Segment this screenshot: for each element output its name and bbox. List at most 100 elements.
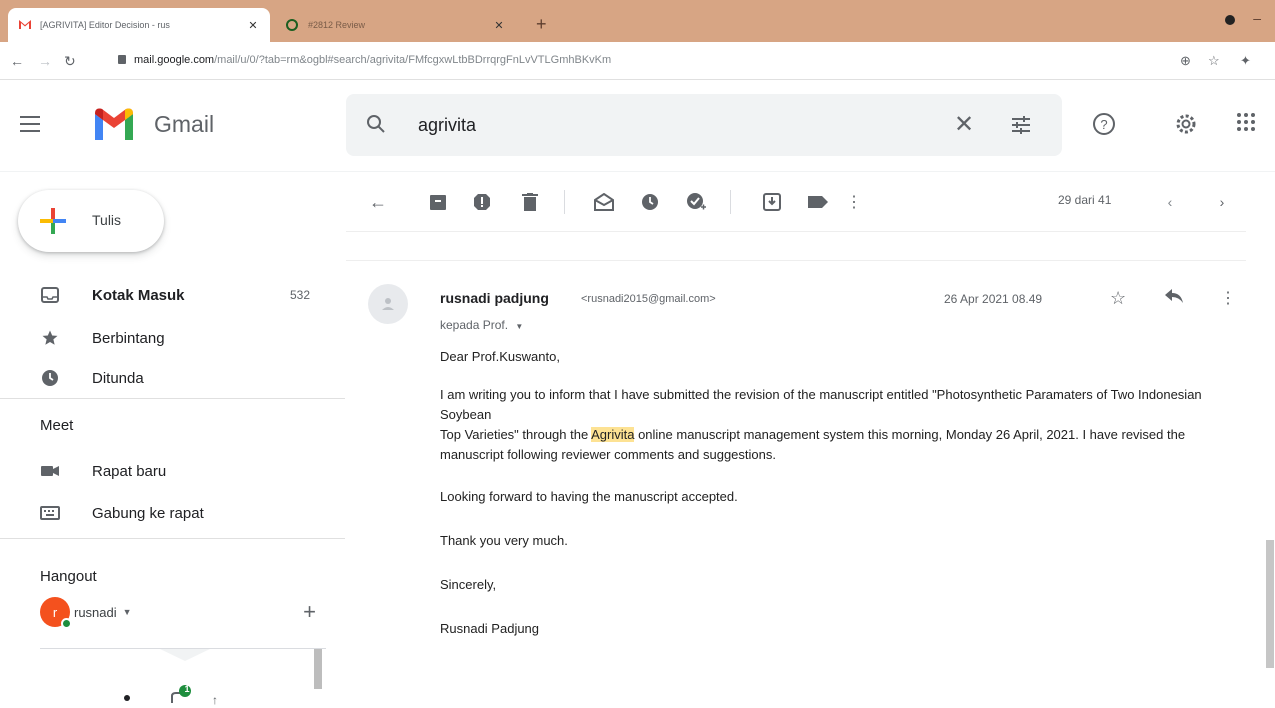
sender-email: <rusnadi2015@gmail.com> bbox=[581, 293, 716, 305]
reload-icon[interactable]: ↻ bbox=[64, 53, 76, 70]
recipient-line[interactable]: kepada Prof. ▼ bbox=[440, 318, 523, 332]
sidebar-item-new-meeting[interactable]: Rapat baru bbox=[40, 459, 330, 483]
new-tab-icon[interactable]: + bbox=[536, 14, 547, 35]
body-paragraph-3: Thank you very much. bbox=[440, 533, 568, 548]
lock-icon bbox=[118, 55, 126, 64]
paragraph-text: Top Varieties" through the bbox=[440, 427, 592, 442]
page-scrollbar[interactable] bbox=[1266, 540, 1274, 668]
chevron-down-icon[interactable]: ▼ bbox=[123, 607, 132, 617]
star-icon bbox=[40, 329, 60, 347]
sidebar: Tulis Kotak Masuk 532 Berbintang Ditunda… bbox=[0, 172, 345, 708]
toolbar-separator bbox=[730, 190, 731, 214]
close-icon[interactable]: ✕ bbox=[246, 19, 260, 32]
search-highlight: Agrivita bbox=[591, 427, 635, 442]
snooze-clock-icon[interactable] bbox=[638, 190, 662, 214]
hangout-username: rusnadi bbox=[74, 604, 117, 620]
message-more-icon[interactable]: ⋮ bbox=[1220, 288, 1236, 308]
hangout-panel: 1 ↑ bbox=[40, 648, 326, 708]
avatar[interactable]: r bbox=[40, 597, 72, 629]
delete-trash-icon[interactable] bbox=[518, 190, 542, 214]
message-view: rusnadi padjung <rusnadi2015@gmail.com> … bbox=[346, 232, 1246, 708]
sidebar-item-label: Ditunda bbox=[92, 369, 144, 387]
search-query: agrivita bbox=[418, 115, 477, 135]
help-icon[interactable]: ? bbox=[1092, 112, 1116, 141]
paragraph-text: I am writing you to inform that I have s… bbox=[440, 387, 1202, 422]
back-to-list-arrow-icon[interactable]: ← bbox=[366, 190, 390, 214]
chevron-down-icon[interactable]: ▼ bbox=[515, 322, 523, 331]
message-date: 26 Apr 2021 08.49 bbox=[944, 292, 1043, 306]
recipient-label: kepada Prof. bbox=[440, 318, 509, 332]
star-outline-icon[interactable]: ☆ bbox=[1110, 288, 1126, 309]
back-arrow-icon[interactable]: ← bbox=[10, 53, 24, 69]
tooltip-caret bbox=[160, 649, 210, 661]
compose-button[interactable]: Tulis bbox=[18, 190, 164, 252]
inbox-icon bbox=[40, 287, 60, 303]
search-options-icon[interactable] bbox=[1010, 114, 1032, 141]
signature: Rusnadi Padjung bbox=[440, 621, 540, 636]
search-input[interactable]: agrivita ✕ bbox=[346, 94, 1062, 156]
add-task-icon[interactable] bbox=[684, 190, 708, 214]
sidebar-item-starred[interactable]: Berbintang bbox=[40, 326, 330, 350]
add-hangout-icon[interactable]: + bbox=[303, 599, 316, 625]
hangout-user-row[interactable]: r rusnadi ▼ + bbox=[40, 597, 316, 629]
clock-icon bbox=[40, 369, 60, 387]
sidebar-item-snoozed[interactable]: Ditunda bbox=[40, 366, 330, 390]
sidebar-item-label: Gabung ke rapat bbox=[92, 504, 204, 522]
tab-title: [AGRIVITA] Editor Decision - rus bbox=[40, 20, 170, 30]
report-spam-icon[interactable] bbox=[470, 190, 494, 214]
label-icon[interactable] bbox=[806, 190, 830, 214]
older-chevron-right-icon[interactable]: › bbox=[1210, 190, 1234, 214]
main-menu-icon[interactable] bbox=[20, 116, 40, 137]
ojs-favicon-icon bbox=[286, 19, 300, 31]
url-field[interactable]: mail.google.com/mail/u/0/?tab=rm&ogbl#se… bbox=[118, 54, 611, 66]
hangout-section-title: Hangout bbox=[40, 568, 97, 585]
phone-icon[interactable]: ↑ bbox=[212, 693, 218, 707]
tab-agrivita-editor-decision[interactable]: [AGRIVITA] Editor Decision - rus ✕ bbox=[8, 8, 270, 42]
unread-count: 532 bbox=[289, 288, 310, 302]
gmail-wordmark: Gmail bbox=[154, 111, 215, 137]
message-toolbar: ← ⋮ 29 dari 41 ‹ › bbox=[346, 172, 1246, 232]
toolbar-separator bbox=[564, 190, 565, 214]
extensions-icon[interactable]: ✦ bbox=[1240, 53, 1251, 69]
minimize-icon[interactable]: – bbox=[1253, 10, 1261, 26]
sidebar-item-join-meeting[interactable]: Gabung ke rapat bbox=[40, 501, 330, 525]
forward-arrow-icon[interactable]: → bbox=[38, 53, 52, 69]
sender-avatar[interactable] bbox=[368, 284, 408, 324]
move-to-icon[interactable] bbox=[760, 190, 784, 214]
avatar-letter: r bbox=[52, 604, 58, 620]
bookmark-star-icon[interactable]: ☆ bbox=[1208, 53, 1220, 69]
gmail-favicon-icon bbox=[18, 19, 32, 31]
tab-review[interactable]: #2812 Review ✕ bbox=[276, 8, 516, 42]
compose-plus-icon bbox=[40, 208, 66, 234]
reply-arrow-icon[interactable] bbox=[1164, 288, 1184, 309]
more-options-icon[interactable]: ⋮ bbox=[842, 190, 866, 214]
sidebar-item-inbox[interactable]: Kotak Masuk 532 bbox=[40, 283, 330, 307]
message-body: Dear Prof.Kuswanto, I am writing you to … bbox=[440, 347, 1240, 639]
body-paragraph-2: Looking forward to having the manuscript… bbox=[440, 489, 738, 504]
hangout-scrollbar[interactable] bbox=[314, 649, 322, 689]
person-dot-icon[interactable] bbox=[124, 695, 130, 701]
gmail-logo-icon[interactable] bbox=[92, 106, 136, 145]
body-paragraph-4: Sincerely, bbox=[440, 577, 497, 592]
sidebar-item-label: Rapat baru bbox=[92, 462, 167, 480]
apps-grid-icon[interactable] bbox=[1236, 112, 1256, 137]
sender-name[interactable]: rusnadi padjung bbox=[440, 290, 549, 306]
settings-gear-icon[interactable] bbox=[1174, 112, 1198, 141]
newer-chevron-left-icon[interactable]: ‹ bbox=[1158, 190, 1182, 214]
profile-icon[interactable] bbox=[1225, 15, 1235, 25]
body-paragraph-1: I am writing you to inform that I have s… bbox=[440, 385, 1240, 465]
clear-search-icon[interactable]: ✕ bbox=[954, 110, 974, 139]
zoom-icon[interactable]: ⊕ bbox=[1180, 53, 1191, 69]
address-bar: ← → ↻ mail.google.com/mail/u/0/?tab=rm&o… bbox=[0, 42, 1275, 80]
keyboard-icon bbox=[40, 506, 60, 520]
search-icon[interactable] bbox=[366, 114, 386, 139]
svg-text:?: ? bbox=[1100, 117, 1107, 132]
url-domain: mail.google.com bbox=[134, 54, 215, 66]
divider bbox=[0, 538, 345, 539]
close-icon[interactable]: ✕ bbox=[492, 19, 506, 32]
archive-icon[interactable] bbox=[426, 190, 450, 214]
sidebar-item-label: Berbintang bbox=[92, 329, 165, 347]
meet-section-title: Meet bbox=[40, 417, 74, 434]
mark-unread-icon[interactable] bbox=[592, 190, 616, 214]
gmail-header: Gmail agrivita ✕ ? bbox=[0, 80, 1275, 172]
